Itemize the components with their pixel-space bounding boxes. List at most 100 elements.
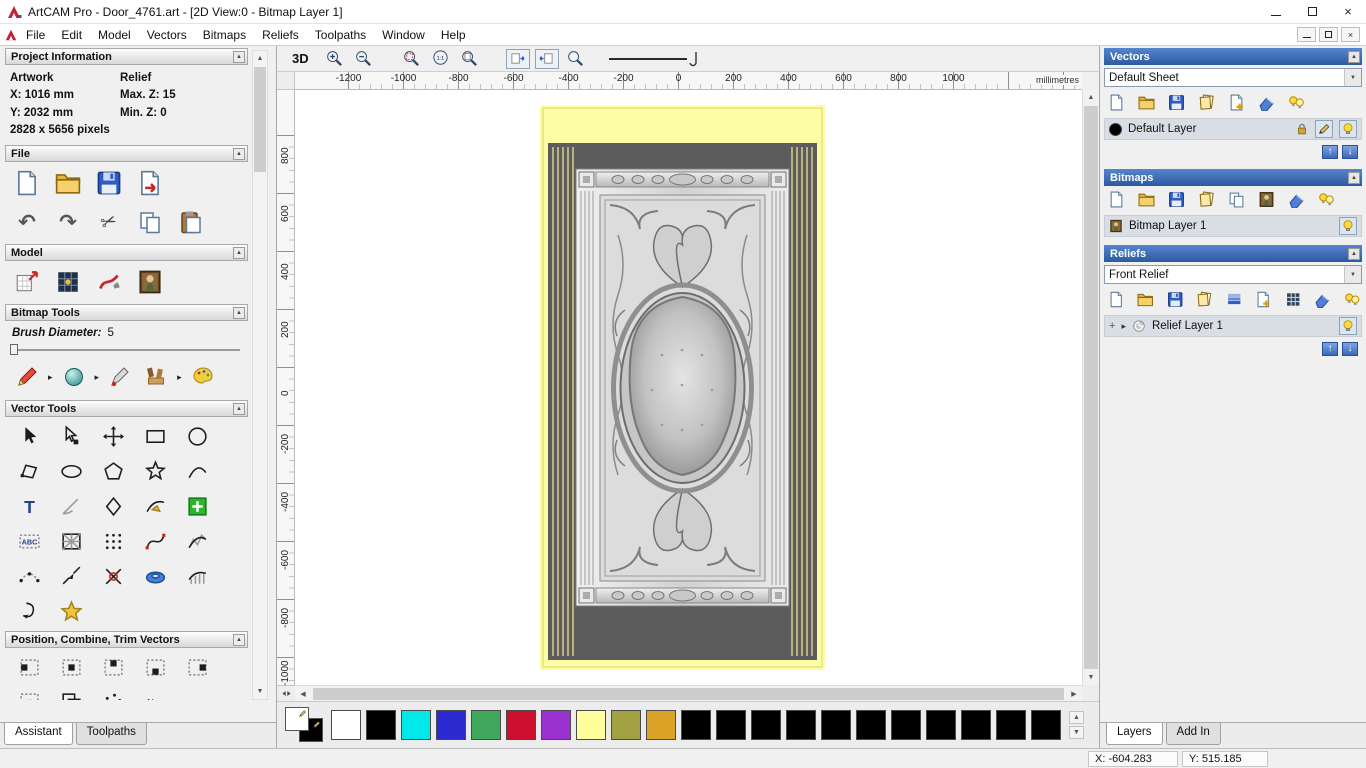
- palette-swatch[interactable]: [366, 710, 396, 740]
- align-top-tool[interactable]: [92, 650, 134, 685]
- delete-bitmap-layer-icon[interactable]: [1288, 191, 1305, 208]
- mdi-close-button[interactable]: ×: [1341, 27, 1360, 42]
- tab-toolpaths[interactable]: Toolpaths: [75, 723, 147, 745]
- collapse-button[interactable]: ▲: [1348, 171, 1360, 184]
- assistant-scrollbar[interactable]: ▲ ▼: [252, 50, 268, 700]
- maximize-button[interactable]: [1294, 0, 1330, 23]
- menu-item[interactable]: Reliefs: [254, 25, 307, 45]
- collapse-button[interactable]: ▲: [233, 246, 245, 259]
- duplicate-bitmap-icon[interactable]: [1228, 191, 1245, 208]
- paint-tool-button[interactable]: [59, 362, 89, 392]
- import-vector-icon[interactable]: [1198, 94, 1215, 111]
- scatter-tool[interactable]: [92, 685, 134, 700]
- zoom-out-button[interactable]: [352, 48, 376, 70]
- arc-through-points-tool[interactable]: [8, 559, 50, 594]
- palette-swatch[interactable]: [576, 710, 606, 740]
- save-bitmap-layer-icon[interactable]: [1168, 191, 1185, 208]
- open-vector-layer-icon[interactable]: [1138, 94, 1155, 111]
- bezier-curve-tool[interactable]: [134, 524, 176, 559]
- flip-view-button[interactable]: [277, 685, 295, 701]
- layer-visibility-button[interactable]: [1339, 120, 1357, 138]
- center-in-page-tool[interactable]: [8, 685, 50, 700]
- align-center-tool[interactable]: [50, 650, 92, 685]
- adjust-model-button[interactable]: [53, 267, 83, 297]
- tab-add-in[interactable]: Add In: [1165, 723, 1221, 745]
- palette-swatch[interactable]: [401, 710, 431, 740]
- draw-tool-button[interactable]: [12, 362, 42, 392]
- scroll-right-button[interactable]: ▶: [1066, 686, 1082, 702]
- show-bitmap-toggle[interactable]: [534, 48, 559, 69]
- relief-layer-row[interactable]: + ▸ Relief Layer 1: [1104, 315, 1362, 337]
- new-relief-layer-icon[interactable]: [1108, 291, 1124, 308]
- lock-layer-icon[interactable]: [1295, 122, 1309, 136]
- show-vectors-toggle[interactable]: [505, 48, 530, 69]
- palette-swatch[interactable]: [646, 710, 676, 740]
- slider-thumb[interactable]: [10, 344, 18, 355]
- scroll-down-button[interactable]: ▼: [1083, 670, 1099, 685]
- primary-colour-swatch[interactable]: [285, 707, 309, 731]
- palette-swatch[interactable]: [961, 710, 991, 740]
- menu-item[interactable]: Window: [374, 25, 433, 45]
- measure-tool[interactable]: [50, 489, 92, 524]
- copy-button[interactable]: [135, 207, 165, 237]
- relief-selector[interactable]: Front Relief ▼: [1104, 265, 1362, 284]
- scrollbar-thumb[interactable]: [1084, 106, 1098, 669]
- move-layer-down-button[interactable]: ↓: [1342, 145, 1358, 159]
- align-left-tool[interactable]: [8, 650, 50, 685]
- new-bitmap-layer-icon[interactable]: [1108, 191, 1125, 208]
- mdi-restore-button[interactable]: [1319, 27, 1338, 42]
- tab-layers[interactable]: Layers: [1106, 723, 1163, 745]
- relief-layer-stack-icon[interactable]: [1226, 291, 1242, 308]
- offset-vector-tool[interactable]: [134, 489, 176, 524]
- toggle-all-reliefs-visibility-icon[interactable]: [1344, 291, 1360, 308]
- free-shape-tool[interactable]: [8, 454, 50, 489]
- create-text-tool[interactable]: T: [8, 489, 50, 524]
- edit-layer-button[interactable]: [1315, 120, 1333, 138]
- palette-swatch[interactable]: [716, 710, 746, 740]
- scrollbar-thumb[interactable]: [313, 687, 1064, 700]
- create-ellipse-tool[interactable]: [50, 454, 92, 489]
- mdi-minimize-button[interactable]: [1297, 27, 1316, 42]
- profile-tool[interactable]: [8, 594, 50, 629]
- expand-arrow-icon[interactable]: ▸: [1121, 321, 1126, 332]
- open-bitmap-layer-icon[interactable]: [1138, 191, 1155, 208]
- delete-relief-layer-icon[interactable]: [1314, 291, 1330, 308]
- palette-swatch[interactable]: [821, 710, 851, 740]
- move-layer-up-button[interactable]: ↑: [1322, 145, 1338, 159]
- menu-item[interactable]: Model: [90, 25, 139, 45]
- export-model-button[interactable]: [135, 168, 165, 198]
- save-relief-layer-icon[interactable]: [1167, 291, 1183, 308]
- new-sheet-icon[interactable]: [1228, 94, 1245, 111]
- zoom-in-button[interactable]: [323, 48, 347, 70]
- cut-button[interactable]: ✂: [94, 207, 124, 237]
- spin-relief-tool[interactable]: [134, 559, 176, 594]
- set-model-size-button[interactable]: [12, 267, 42, 297]
- wrap-text-tool[interactable]: ABC: [8, 524, 50, 559]
- toggle-all-bitmaps-visibility-icon[interactable]: [1318, 191, 1335, 208]
- trim-vectors-tool[interactable]: [92, 559, 134, 594]
- create-star-tool[interactable]: [134, 454, 176, 489]
- create-arc-tool[interactable]: [176, 454, 218, 489]
- tab-assistant[interactable]: Assistant: [4, 723, 73, 745]
- section-profile-tool[interactable]: [176, 559, 218, 594]
- align-right-tool[interactable]: [176, 650, 218, 685]
- star-wizard-tool[interactable]: [50, 594, 92, 629]
- fit-curve-tool[interactable]: [176, 524, 218, 559]
- new-relief-sheet-icon[interactable]: [1255, 291, 1271, 308]
- collapse-button[interactable]: ▲: [233, 50, 245, 63]
- vector-layer-row[interactable]: Default Layer: [1104, 118, 1362, 140]
- line-width-preview[interactable]: [608, 51, 699, 67]
- view-3d-button[interactable]: 3D: [287, 50, 314, 67]
- save-vector-layer-icon[interactable]: [1168, 94, 1185, 111]
- layer-colour-swatch[interactable]: [1109, 122, 1122, 136]
- create-rectangle-tool[interactable]: [134, 419, 176, 454]
- import-relief-icon[interactable]: [1196, 291, 1212, 308]
- layer-visibility-button[interactable]: [1339, 217, 1357, 235]
- palette-swatch[interactable]: [751, 710, 781, 740]
- new-model-button[interactable]: [12, 168, 42, 198]
- palette-swatch[interactable]: [436, 710, 466, 740]
- align-bottom-tool[interactable]: [134, 650, 176, 685]
- palette-scroll-up-button[interactable]: ▲: [1069, 711, 1084, 724]
- create-polygon-tool[interactable]: [92, 454, 134, 489]
- palette-swatch[interactable]: [926, 710, 956, 740]
